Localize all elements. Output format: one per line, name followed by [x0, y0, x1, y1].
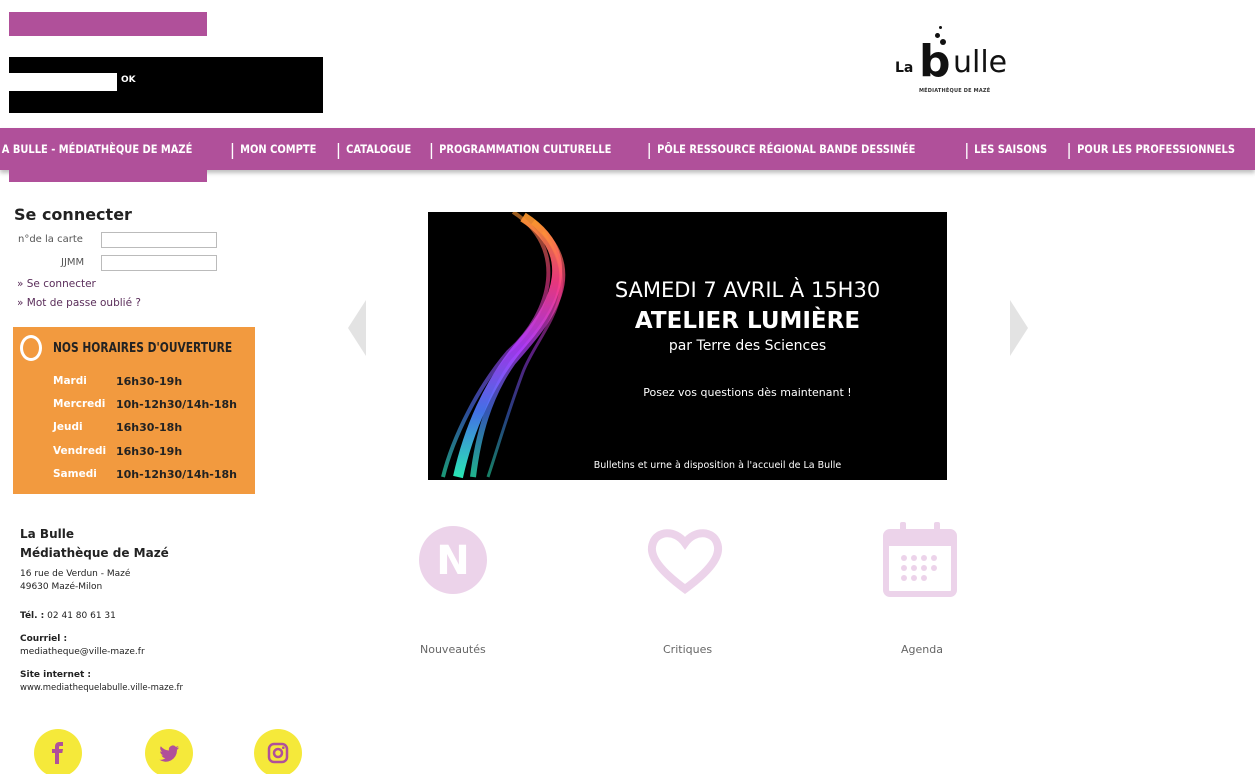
- main-nav: A BULLE - MÉDIATHÈQUE DE MAZÉ | MON COMP…: [0, 128, 1255, 170]
- nav-item-pole-ressource[interactable]: PÔLE RESSOURCE RÉGIONAL BANDE DESSINÉE: [652, 128, 921, 170]
- hours-day: Vendredi: [53, 445, 107, 457]
- logo-subtitle: MÉDIATHÈQUE DE MAZÉ: [919, 88, 991, 94]
- nouveautes-label[interactable]: Nouveautés: [420, 643, 486, 656]
- hours-day: Mardi: [53, 375, 87, 387]
- hours-time: 10h-12h30/14h-18h: [116, 468, 238, 481]
- contact-phone: Tél. : 02 41 80 61 31: [20, 611, 116, 621]
- agenda-label[interactable]: Agenda: [901, 643, 943, 656]
- password-label: JJMM: [61, 257, 85, 268]
- forgot-password-link[interactable]: » Mot de passe oublié ?: [17, 297, 141, 309]
- contact-name-1: La Bulle: [20, 527, 74, 541]
- site-label: Site internet :: [20, 670, 91, 680]
- hours-day: Mercredi: [53, 398, 106, 410]
- nav-item-mon-compte[interactable]: MON COMPTE: [235, 128, 322, 170]
- facebook-icon[interactable]: [34, 729, 82, 774]
- banner-call-to-action: Posez vos questions dès maintenant !: [643, 386, 852, 399]
- hours-day: Samedi: [53, 468, 97, 480]
- banner-title: ATELIER LUMIÈRE: [634, 308, 861, 334]
- banner-footer-note: Bulletins et urne à disposition à l'accu…: [593, 460, 842, 471]
- phone-label: Tél. :: [20, 611, 45, 621]
- nav-item-la-bulle[interactable]: A BULLE - MÉDIATHÈQUE DE MAZÉ: [0, 128, 198, 170]
- hours-time: 10h-12h30/14h-18h: [116, 398, 238, 411]
- phone-value: 02 41 80 61 31: [44, 611, 116, 621]
- new-n-icon: N: [419, 526, 487, 594]
- la-bulle-logo[interactable]: La b ulle MÉDIATHÈQUE DE MAZÉ: [895, 22, 1025, 100]
- calendar-icon: [883, 522, 957, 597]
- search-input[interactable]: [9, 73, 117, 91]
- connect-link[interactable]: » Se connecter: [17, 278, 96, 290]
- hours-day: Jeudi: [53, 421, 83, 433]
- nav-item-les-saisons[interactable]: LES SAISONS: [969, 128, 1052, 170]
- nav-separator: |: [1066, 139, 1072, 159]
- login-title: Se connecter: [14, 205, 132, 224]
- logo-b-text: b: [919, 36, 951, 87]
- search-ok-button[interactable]: OK: [121, 75, 136, 85]
- email-label: Courriel :: [20, 634, 68, 644]
- site-link[interactable]: www.mediathequelabulle.ville-maze.fr: [20, 683, 183, 693]
- twitter-icon[interactable]: [145, 729, 193, 774]
- hours-time: 16h30-18h: [116, 421, 183, 434]
- contact-address-2: 49630 Mazé-Milon: [20, 582, 103, 592]
- banner-subtitle: par Terre des Sciences: [668, 338, 827, 354]
- banner-date: SAMEDI 7 AVRIL À 15H30: [614, 278, 881, 302]
- carousel-prev-arrow-icon[interactable]: [346, 300, 368, 356]
- logo-la-text: La: [895, 60, 914, 76]
- nav-item-programmation[interactable]: PROGRAMMATION CULTURELLE: [434, 128, 617, 170]
- carousel-next-arrow-icon[interactable]: [1008, 300, 1030, 356]
- new-n-letter: N: [436, 538, 469, 584]
- hours-circle-icon: [20, 335, 42, 361]
- logo-ulle-text: ulle: [953, 45, 1008, 80]
- top-accent-bar: [9, 12, 207, 36]
- agenda-link[interactable]: [875, 520, 965, 600]
- critiques-label[interactable]: Critiques: [663, 643, 712, 656]
- card-number-input[interactable]: [101, 232, 217, 248]
- heart-icon: [647, 529, 723, 594]
- email-link[interactable]: mediatheque@ville-maze.fr: [20, 647, 145, 657]
- contact-address-1: 16 rue de Verdun - Mazé: [20, 569, 131, 579]
- opening-hours-box: NOS HORAIRES D'OUVERTURE Mardi 16h30-19h…: [13, 327, 255, 494]
- event-banner[interactable]: SAMEDI 7 AVRIL À 15H30 ATELIER LUMIÈRE p…: [428, 212, 947, 480]
- hours-time: 16h30-19h: [116, 445, 183, 458]
- password-input[interactable]: [101, 255, 217, 271]
- nav-active-tab-extension: [9, 170, 207, 182]
- hours-title: NOS HORAIRES D'OUVERTURE: [53, 341, 233, 356]
- nav-item-catalogue[interactable]: CATALOGUE: [341, 128, 416, 170]
- instagram-icon[interactable]: [254, 729, 302, 774]
- hours-time: 16h30-19h: [116, 375, 183, 388]
- contact-name-2: Médiathèque de Mazé: [20, 546, 169, 560]
- search-box: OK: [9, 57, 323, 113]
- critiques-link[interactable]: [640, 520, 730, 600]
- nouveautes-link[interactable]: N: [408, 520, 498, 600]
- card-number-label: n°de la carte: [18, 234, 83, 245]
- nav-item-professionnels[interactable]: POUR LES PROFESSIONNELS: [1072, 128, 1240, 170]
